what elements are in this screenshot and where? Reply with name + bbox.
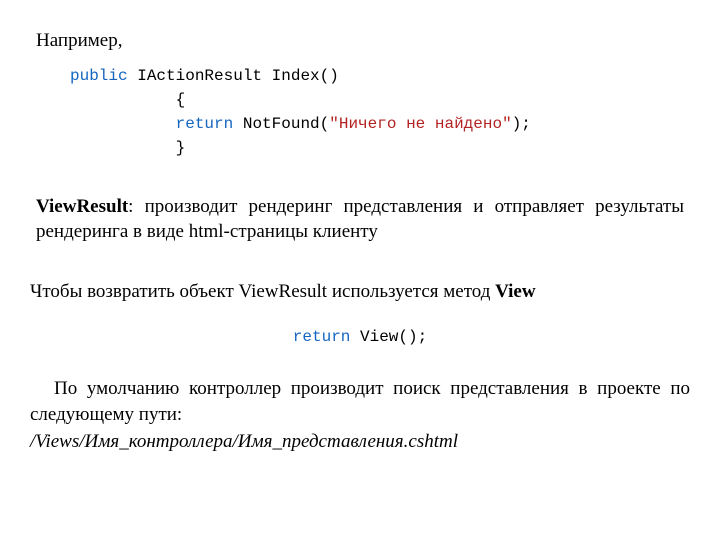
keyword-return: return xyxy=(176,115,234,133)
keyword-return-2: return xyxy=(293,328,351,346)
code-line-return-view: return View(); xyxy=(30,327,690,349)
code-signature: IActionResult Index() xyxy=(128,67,339,85)
code-brace-open: { xyxy=(70,91,185,109)
views-path-template: /Views/Имя_контроллера/Имя_представления… xyxy=(30,429,690,455)
default-path-text: По умолчанию контроллер производит поиск… xyxy=(30,376,690,427)
view-usage-bold: View xyxy=(495,281,535,302)
code-block-index: public IActionResult Index() { return No… xyxy=(70,64,690,160)
viewresult-bold: ViewResult xyxy=(36,196,128,217)
viewresult-description: ViewResult: производит рендеринг предста… xyxy=(36,194,684,245)
intro-text: Например, xyxy=(36,28,690,54)
code-call-end: ); xyxy=(512,115,531,133)
view-usage-prefix: Чтобы возвратить объект ViewResult испол… xyxy=(30,281,495,302)
code-brace-close: } xyxy=(70,139,185,157)
keyword-public: public xyxy=(70,67,128,85)
code-view-call: View(); xyxy=(350,328,427,346)
code-notfound-call: NotFound( xyxy=(233,115,329,133)
view-usage-text: Чтобы возвратить объект ViewResult испол… xyxy=(30,279,684,305)
code-string-literal: "Ничего не найдено" xyxy=(329,115,511,133)
viewresult-rest: : производит рендеринг представления и о… xyxy=(36,196,684,243)
